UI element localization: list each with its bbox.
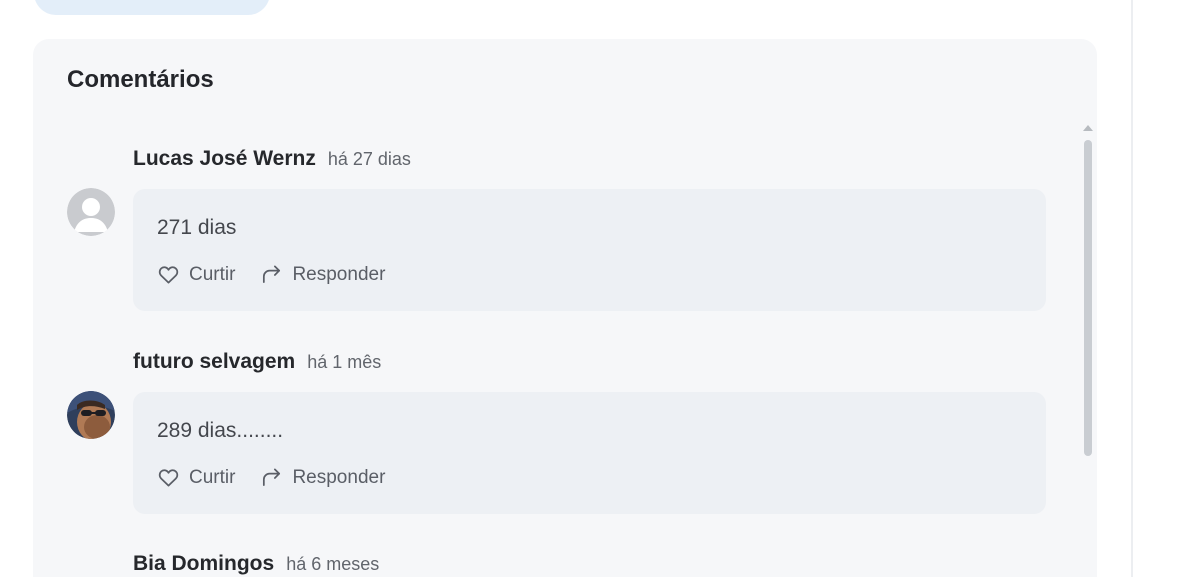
scroll-up-arrow-icon[interactable] bbox=[1083, 125, 1093, 131]
comment-header: Bia Domingos há 6 meses bbox=[133, 552, 379, 576]
comment-text: 271 dias bbox=[157, 216, 237, 239]
comment-text: 289 dias........ bbox=[157, 419, 284, 442]
author-name[interactable]: Bia Domingos bbox=[133, 552, 274, 576]
top-tab-pill[interactable] bbox=[34, 0, 270, 15]
comments-scrollbar[interactable] bbox=[1082, 125, 1094, 456]
like-button[interactable]: Curtir bbox=[157, 263, 235, 286]
author-name[interactable]: Lucas José Wernz bbox=[133, 147, 316, 171]
heart-icon bbox=[157, 466, 180, 489]
author-name[interactable]: futuro selvagem bbox=[133, 350, 295, 374]
comment-time: há 6 meses bbox=[286, 554, 380, 574]
like-label: Curtir bbox=[189, 263, 236, 285]
reply-arrow-icon bbox=[260, 263, 283, 286]
page: Comentários Lucas José Wernz há 27 dias … bbox=[0, 0, 1200, 577]
comment-actions: Curtir Responder bbox=[157, 263, 385, 286]
comments-panel: Comentários Lucas José Wernz há 27 dias … bbox=[33, 39, 1097, 577]
reply-label: Responder bbox=[292, 466, 386, 488]
heart-icon bbox=[157, 263, 180, 286]
right-divider bbox=[1131, 0, 1133, 577]
comment-time: há 1 mês bbox=[307, 352, 382, 372]
comment-header: futuro selvagem há 1 mês bbox=[133, 350, 381, 374]
reply-button[interactable]: Responder bbox=[260, 263, 385, 286]
avatar[interactable] bbox=[67, 188, 115, 236]
photo-avatar-icon bbox=[67, 391, 115, 439]
reply-label: Responder bbox=[292, 263, 386, 285]
like-label: Curtir bbox=[189, 466, 236, 488]
comment-bubble: 271 dias Curtir Responder bbox=[133, 189, 1046, 311]
scroll-thumb[interactable] bbox=[1084, 140, 1092, 456]
comment-actions: Curtir Responder bbox=[157, 466, 385, 489]
reply-arrow-icon bbox=[260, 466, 283, 489]
like-button[interactable]: Curtir bbox=[157, 466, 235, 489]
reply-button[interactable]: Responder bbox=[260, 466, 385, 489]
comment-time: há 27 dias bbox=[327, 149, 411, 169]
default-user-avatar-icon bbox=[67, 188, 115, 236]
avatar[interactable] bbox=[67, 391, 115, 439]
comment-bubble: 289 dias........ Curtir Responder bbox=[133, 392, 1046, 514]
comment-header: Lucas José Wernz há 27 dias bbox=[133, 147, 411, 171]
comment-list: Lucas José Wernz há 27 dias 271 dias Cur… bbox=[33, 39, 1097, 577]
